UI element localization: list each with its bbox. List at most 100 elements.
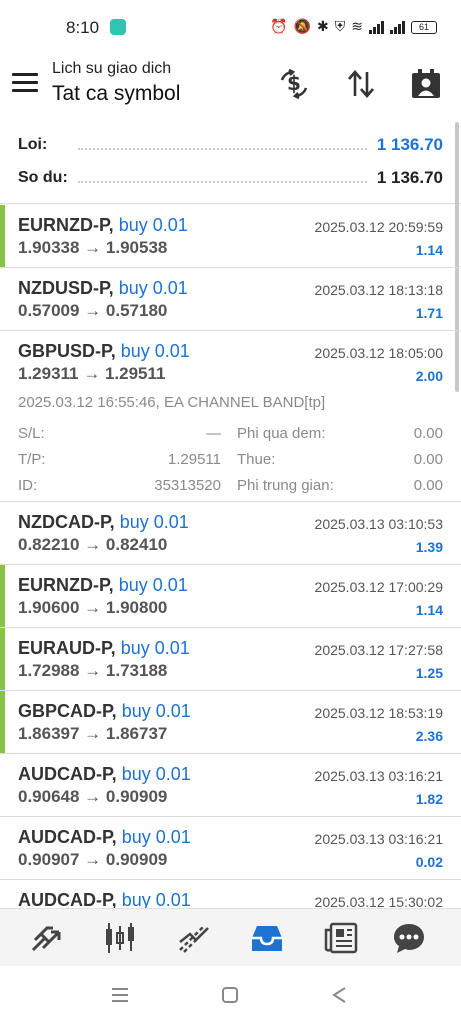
trade-time: 2025.03.12 15:30:02: [314, 894, 443, 908]
nav-trade[interactable]: [174, 919, 214, 957]
nav-chart[interactable]: [100, 919, 140, 957]
trade-symbol: EURAUD-P, buy 0.01: [18, 638, 190, 658]
news-icon: [324, 922, 358, 954]
trade-prices: 0.82210 → 0.82410: [18, 535, 168, 554]
trade-row[interactable]: GBPCAD-P, buy 0.01 1.86397 → 1.86737 202…: [0, 691, 461, 754]
trade-action: buy 0.01: [121, 764, 191, 784]
status-icons: ⏰ 🔕 ✱ ⛨ ≋ 61: [270, 19, 437, 35]
trade-row-expanded[interactable]: GBPUSD-P, buy 0.01 1.29311 → 1.29511 202…: [0, 331, 461, 502]
sort-button[interactable]: [343, 66, 379, 102]
trade-symbol: GBPUSD-P, buy 0.01: [18, 341, 190, 361]
trade-time: 2025.03.13 03:16:21: [314, 768, 443, 784]
trade-row[interactable]: AUDCAD-P, buy 0.01 0.90907 → 0.90909 202…: [0, 817, 461, 880]
chat-icon: [394, 924, 424, 953]
nav-chat[interactable]: [389, 919, 429, 957]
trade-profit: 2.36: [415, 728, 443, 744]
back-button[interactable]: [328, 984, 352, 1006]
vpn-icon: ⛨: [334, 19, 346, 35]
trade-row[interactable]: NZDCAD-P, buy 0.01 0.82210 → 0.82410 202…: [0, 502, 461, 565]
trade-symbol: NZDCAD-P, buy 0.01: [18, 512, 189, 532]
swap-value: 0.00: [413, 424, 443, 442]
trade-prices: 0.90648 → 0.90909: [18, 787, 168, 806]
bluetooth-icon: ✱: [317, 19, 329, 35]
tax-value: 0.00: [413, 450, 443, 468]
header-title[interactable]: Tat ca symbol: [52, 82, 180, 106]
trade-row[interactable]: NZDUSD-P, buy 0.01 0.57009 → 0.57180 202…: [0, 268, 461, 331]
trade-symbol: NZDUSD-P, buy 0.01: [18, 278, 188, 298]
trade-row[interactable]: EURAUD-P, buy 0.01 1.72988 → 1.73188 202…: [0, 628, 461, 691]
back-icon: [332, 987, 346, 1003]
trade-row[interactable]: EURNZD-P, buy 0.01 1.90338 → 1.90538 202…: [0, 205, 461, 268]
menu-button[interactable]: [12, 73, 38, 95]
trade-prices: 0.57009 → 0.57180: [18, 301, 168, 320]
leader-dots: [78, 173, 367, 183]
profit-value: 1 136.70: [376, 135, 443, 154]
trade-profit: 1.14: [415, 242, 443, 258]
trade-time: 2025.03.12 20:59:59: [314, 219, 443, 235]
detail-row: T/P: 1.29511 Thue: 0.00: [18, 446, 443, 472]
trade-symbol: GBPCAD-P, buy 0.01: [18, 701, 191, 721]
alarm-icon: ⏰: [270, 19, 288, 35]
sort-icon: [348, 70, 374, 98]
trade-symbol: AUDCAD-P, buy 0.01: [18, 764, 191, 784]
balance-value: 1 136.70: [376, 168, 443, 187]
app-header: Lich su giao dich Tat ca symbol $: [0, 56, 461, 116]
trade-symbol: EURNZD-P, buy 0.01: [18, 575, 188, 595]
trade-profit: 1.25: [415, 665, 443, 681]
trade-profit: 2.00: [415, 368, 443, 384]
quotes-icon: [31, 926, 61, 952]
trade-row[interactable]: AUDCAD-P, buy 0.01 2025.03.12 15:30:02: [0, 880, 461, 908]
recents-button[interactable]: [108, 984, 132, 1006]
report-button[interactable]: [408, 66, 444, 102]
trade-action: buy 0.01: [120, 638, 190, 658]
trade-action: buy 0.01: [118, 278, 188, 298]
tax-label: Thue:: [237, 450, 276, 468]
trade-profit: 1.39: [415, 539, 443, 555]
trade-symbol: AUDCAD-P, buy 0.01: [18, 890, 191, 908]
trade-profit: 1.82: [415, 791, 443, 807]
chart-icon: [106, 923, 134, 953]
trade-prices: 1.72988 → 1.73188: [18, 661, 168, 680]
nav-news[interactable]: [321, 919, 361, 957]
signal-icon: [390, 20, 405, 34]
trade-prices: 1.90338 → 1.90538: [18, 238, 168, 257]
account-summary: Loi: 1 136.70 So du: 1 136.70: [0, 126, 461, 204]
trade-time: 2025.03.13 03:10:53: [314, 516, 443, 532]
profit-label: Loi:: [18, 136, 48, 153]
home-button[interactable]: [218, 984, 242, 1006]
sl-value: —: [206, 424, 221, 442]
trade-history-list[interactable]: EURNZD-P, buy 0.01 1.90338 → 1.90538 202…: [0, 205, 461, 908]
wifi-icon: ≋: [351, 19, 363, 35]
mute-icon: 🔕: [293, 19, 312, 35]
trade-row[interactable]: AUDCAD-P, buy 0.01 0.90648 → 0.90909 202…: [0, 754, 461, 817]
fee-value: 0.00: [413, 476, 443, 494]
tp-value: 1.29511: [167, 450, 221, 468]
trade-symbol: AUDCAD-P, buy 0.01: [18, 827, 191, 847]
currency-exchange-icon: $: [280, 68, 308, 100]
trade-icon: [179, 925, 209, 953]
nav-quotes[interactable]: [27, 919, 67, 957]
trade-row[interactable]: EURNZD-P, buy 0.01 1.90600 → 1.90800 202…: [0, 565, 461, 628]
system-navigation: [0, 966, 461, 1024]
currency-exchange-button[interactable]: $: [276, 66, 312, 102]
trade-time: 2025.03.12 17:27:58: [314, 642, 443, 658]
leader-dots: [78, 140, 367, 150]
trade-action: buy 0.01: [119, 512, 189, 532]
signal-icon: [369, 20, 384, 34]
trade-prices: 0.90907 → 0.90909: [18, 850, 168, 869]
nav-history[interactable]: [247, 919, 287, 957]
bottom-navigation: [0, 908, 461, 966]
status-time: 8:10: [66, 18, 100, 37]
recents-icon: [112, 988, 128, 1002]
trade-profit: 1.71: [415, 305, 443, 321]
trade-comment: 2025.03.12 16:55:46, EA CHANNEL BAND[tp]: [18, 394, 326, 411]
trade-profit: 1.14: [415, 602, 443, 618]
trade-time: 2025.03.13 03:16:21: [314, 831, 443, 847]
trade-symbol: EURNZD-P, buy 0.01: [18, 215, 188, 235]
id-label: ID:: [18, 476, 38, 494]
trade-prices: 1.86397 → 1.86737: [18, 724, 168, 743]
trade-time: 2025.03.12 18:05:00: [314, 345, 443, 361]
trade-time: 2025.03.12 18:53:19: [314, 705, 443, 721]
trade-prices: 1.90600 → 1.90800: [18, 598, 168, 617]
report-icon: [412, 69, 440, 98]
